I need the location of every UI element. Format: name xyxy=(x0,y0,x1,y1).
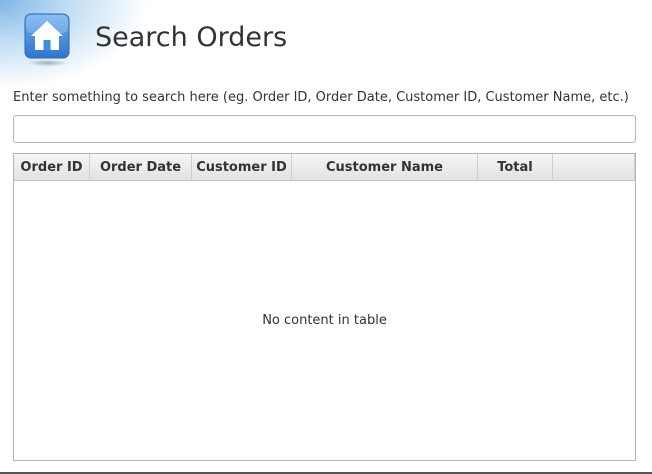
orders-table[interactable]: Order ID Order Date Customer ID Customer… xyxy=(13,153,636,461)
column-header-total[interactable]: Total xyxy=(478,154,553,180)
page-title: Search Orders xyxy=(95,22,288,53)
table-header: Order ID Order Date Customer ID Customer… xyxy=(14,154,635,181)
column-header-order-date[interactable]: Order Date xyxy=(90,154,192,180)
search-input[interactable] xyxy=(13,115,636,143)
column-header-filler xyxy=(553,154,635,180)
column-header-order-id[interactable]: Order ID xyxy=(14,154,90,180)
column-header-customer-name[interactable]: Customer Name xyxy=(292,154,478,180)
home-icon xyxy=(24,13,70,67)
search-instructions-label: Enter something to search here (eg. Orde… xyxy=(13,90,629,105)
column-header-customer-id[interactable]: Customer ID xyxy=(192,154,292,180)
empty-table-message: No content in table xyxy=(262,313,387,328)
search-orders-window: Search Orders Enter something to search … xyxy=(0,0,652,474)
